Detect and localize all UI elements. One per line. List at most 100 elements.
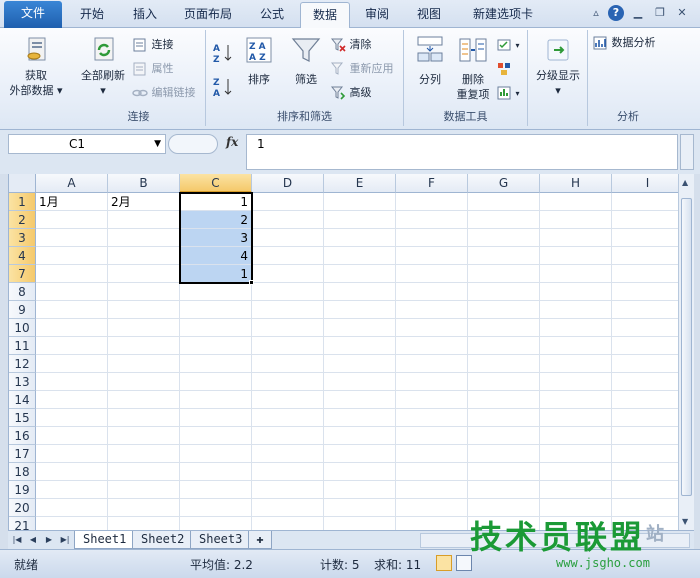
fill-handle[interactable] xyxy=(249,280,254,285)
row-header-2[interactable]: 2 xyxy=(9,211,36,229)
column-header-e[interactable]: E xyxy=(324,174,396,193)
sheet-tab-sheet2[interactable]: Sheet2 xyxy=(132,531,194,549)
page-layout-view-button[interactable] xyxy=(456,555,472,571)
horizontal-scrollbar[interactable] xyxy=(420,533,690,548)
data-validation-button[interactable]: ▾ xyxy=(496,36,520,54)
row-header-7[interactable]: 7 xyxy=(9,265,36,283)
get-external-data-button[interactable]: 获取 外部数据 ▾ xyxy=(4,34,68,98)
text-to-columns-button[interactable]: 分列 xyxy=(408,34,452,87)
sheet-tab-bar: |◀ ◀ ▶ ▶| Sheet1 Sheet2 Sheet3 ✚ xyxy=(8,530,694,549)
vertical-scrollbar[interactable]: ▲ ▼ xyxy=(678,174,694,530)
cell-c3[interactable]: 3 xyxy=(180,229,251,246)
prev-sheet-icon[interactable]: ◀ xyxy=(26,533,40,547)
what-if-icon xyxy=(497,86,511,100)
insert-function-icon[interactable]: fx xyxy=(226,135,238,149)
reapply-button[interactable]: 重新应用 xyxy=(330,60,394,78)
help-icon[interactable]: ? xyxy=(608,5,624,21)
column-header-i[interactable]: I xyxy=(612,174,678,193)
tab-insert[interactable]: 插入 xyxy=(120,2,170,28)
sort-ascending-button[interactable]: AZ xyxy=(212,42,234,66)
cell-c2[interactable]: 2 xyxy=(180,211,251,228)
name-box-dropdown-icon[interactable]: ▼ xyxy=(154,135,161,153)
row-header-4[interactable]: 4 xyxy=(9,247,36,265)
refresh-dropdown-icon[interactable]: ▾ xyxy=(76,83,130,98)
minimize-ribbon-icon[interactable]: ▵ xyxy=(588,5,604,21)
sheet-tab-sheet3[interactable]: Sheet3 xyxy=(190,531,252,549)
vertical-scroll-thumb[interactable] xyxy=(681,198,692,496)
column-header-c[interactable]: C xyxy=(180,174,252,193)
row-header-18[interactable]: 18 xyxy=(9,463,36,481)
sheet-tab-sheet1[interactable]: Sheet1 xyxy=(74,531,136,549)
tab-file[interactable]: 文件 xyxy=(4,1,62,28)
connections-button[interactable]: 连接 xyxy=(132,36,174,54)
normal-view-button[interactable] xyxy=(436,555,452,571)
what-if-button[interactable]: ▾ xyxy=(496,84,520,102)
column-header-b[interactable]: B xyxy=(108,174,180,193)
close-window-icon[interactable]: ✕ xyxy=(674,5,690,21)
scroll-up-icon[interactable]: ▲ xyxy=(682,178,688,187)
sort-descending-button[interactable]: ZA xyxy=(212,76,234,100)
row-header-13[interactable]: 13 xyxy=(9,373,36,391)
insert-sheet-icon[interactable]: ✚ xyxy=(248,531,272,549)
outline-dropdown-icon[interactable]: ▾ xyxy=(530,83,586,98)
consolidate-button[interactable] xyxy=(496,60,512,78)
cell-c1[interactable]: 1 xyxy=(180,193,251,211)
gridline xyxy=(36,336,678,337)
clear-filter-button[interactable]: 清除 xyxy=(330,36,372,54)
advanced-filter-button[interactable]: 高级 xyxy=(330,84,372,102)
column-header-f[interactable]: F xyxy=(396,174,468,193)
properties-button[interactable]: 属性 xyxy=(132,60,174,78)
first-sheet-icon[interactable]: |◀ xyxy=(10,533,24,547)
sort-button[interactable]: Z A A Z 排序 xyxy=(238,34,280,87)
tab-formulas[interactable]: 公式 xyxy=(246,2,298,28)
scroll-down-icon[interactable]: ▼ xyxy=(682,517,688,526)
last-sheet-icon[interactable]: ▶| xyxy=(58,533,72,547)
tab-home[interactable]: 开始 xyxy=(66,2,118,28)
row-header-11[interactable]: 11 xyxy=(9,337,36,355)
refresh-all-button[interactable]: 全部刷新 ▾ xyxy=(76,34,130,98)
formula-bar-splitter[interactable] xyxy=(168,134,218,154)
row-header-10[interactable]: 10 xyxy=(9,319,36,337)
row-header-17[interactable]: 17 xyxy=(9,445,36,463)
minimize-window-icon[interactable]: ▁ xyxy=(630,5,646,21)
outline-button[interactable]: 分级显示 ▾ xyxy=(530,34,586,98)
row-header-8[interactable]: 8 xyxy=(9,283,36,301)
cell-c4[interactable]: 4 xyxy=(180,247,251,264)
tab-view[interactable]: 视图 xyxy=(404,2,454,28)
restore-window-icon[interactable]: ❐ xyxy=(652,5,668,21)
row-header-16[interactable]: 16 xyxy=(9,427,36,445)
cell-b1[interactable]: 2月 xyxy=(108,193,179,211)
cell-c7[interactable]: 1 xyxy=(180,265,251,282)
row-header-15[interactable]: 15 xyxy=(9,409,36,427)
tab-review[interactable]: 审阅 xyxy=(352,2,402,28)
svg-text:Z: Z xyxy=(213,78,220,88)
row-header-1[interactable]: 1 xyxy=(9,193,36,211)
formula-bar-expand-button[interactable] xyxy=(680,134,694,170)
column-header-d[interactable]: D xyxy=(252,174,324,193)
name-box[interactable]: C1 ▼ xyxy=(8,134,166,154)
column-header-h[interactable]: H xyxy=(540,174,612,193)
row-header-21[interactable]: 21 xyxy=(9,517,36,530)
filter-button[interactable]: 筛选 xyxy=(286,34,326,87)
select-all-corner[interactable] xyxy=(9,174,36,193)
worksheet-grid[interactable]: A B C D E F G H I 1 2 3 4 7 8 9 10 11 12… xyxy=(8,174,678,530)
remove-duplicates-button[interactable]: 删除 重复项 xyxy=(452,34,494,102)
row-header-20[interactable]: 20 xyxy=(9,499,36,517)
edit-links-button[interactable]: 编辑链接 xyxy=(132,84,196,102)
tab-new-tab[interactable]: 新建选项卡 xyxy=(458,2,548,28)
tab-page-layout[interactable]: 页面布局 xyxy=(172,2,244,28)
column-header-a[interactable]: A xyxy=(36,174,108,193)
row-header-9[interactable]: 9 xyxy=(9,301,36,319)
row-header-12[interactable]: 12 xyxy=(9,355,36,373)
tab-data[interactable]: 数据 xyxy=(300,2,350,30)
formula-input[interactable]: 1 xyxy=(246,134,678,170)
row-header-3[interactable]: 3 xyxy=(9,229,36,247)
group-label-sort-filter: 排序和筛选 xyxy=(277,110,332,123)
row-header-19[interactable]: 19 xyxy=(9,481,36,499)
next-sheet-icon[interactable]: ▶ xyxy=(42,533,56,547)
column-header-g[interactable]: G xyxy=(468,174,540,193)
cell-a1[interactable]: 1月 xyxy=(36,193,107,211)
text-to-columns-icon xyxy=(417,36,443,62)
row-header-14[interactable]: 14 xyxy=(9,391,36,409)
data-analysis-button[interactable]: 数据分析 xyxy=(592,34,656,52)
